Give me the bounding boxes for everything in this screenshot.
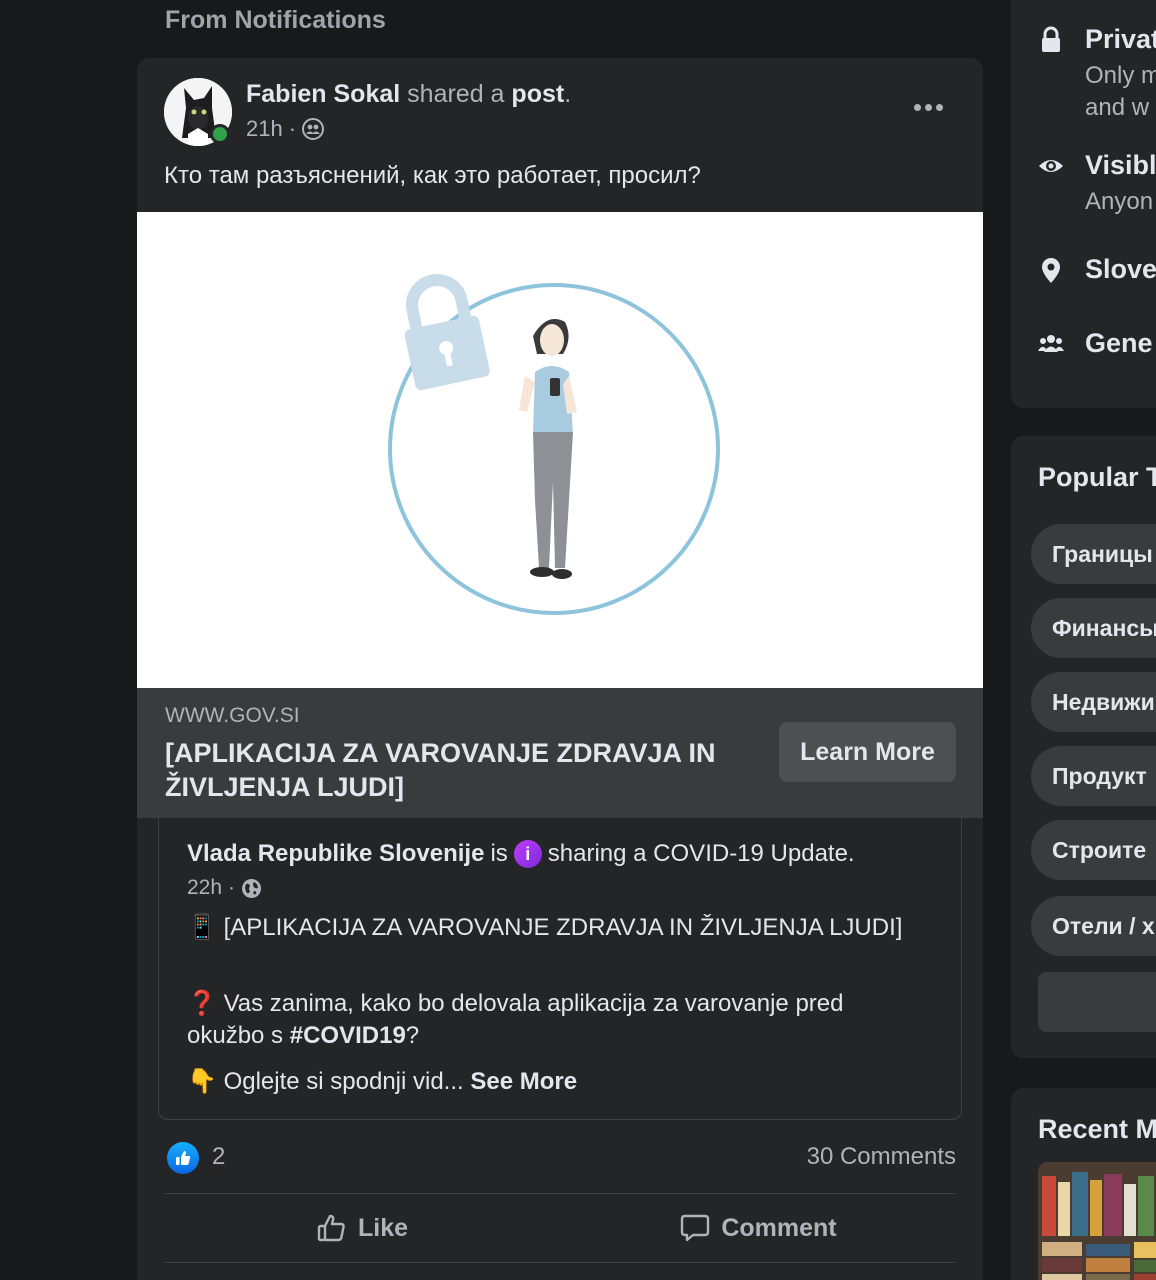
like-reaction-icon[interactable]	[167, 1142, 199, 1174]
like-label: Like	[357, 1213, 409, 1242]
thumbs-up-outline-icon	[317, 1214, 345, 1242]
shared-time[interactable]: 22h	[187, 876, 222, 900]
comment-label: Comment	[721, 1213, 837, 1242]
location-name[interactable]: Slove	[1085, 254, 1156, 285]
shared-paragraph-3: 👇 Oglejte si spodnji vid... See More	[187, 1066, 907, 1098]
shared-author-name[interactable]: Vlada Republike Slovenije	[187, 840, 484, 868]
privacy-description-line-1: Only m	[1085, 62, 1156, 89]
meta-separator: ·	[288, 116, 297, 141]
reactions-bar: 2 30 Comments	[164, 1140, 956, 1176]
online-status-dot	[210, 124, 230, 144]
point-down-emoji: 👇	[187, 1068, 217, 1095]
period-text: .	[564, 80, 572, 108]
post-author-line: Fabien Sokal shared a post.	[246, 80, 571, 109]
link-title[interactable]: [APLIKACIJA ZA VAROVANJE ZDRAVJA IN ŽIVL…	[165, 736, 725, 804]
shared-activity: sharing a COVID-19 Update.	[547, 840, 855, 867]
popular-topics-heading: Popular T	[1038, 462, 1156, 492]
globe-icon[interactable]	[241, 878, 262, 899]
recent-media-card: Recent M	[1011, 1088, 1156, 1280]
visibility-title: Visibl	[1085, 150, 1156, 180]
learn-more-button[interactable]: Learn More	[779, 722, 956, 782]
friends-icon[interactable]	[302, 118, 325, 140]
post-link[interactable]: post	[511, 80, 564, 108]
section-heading: From Notifications	[165, 6, 386, 34]
phone-emoji: 📱	[187, 914, 217, 941]
shared-paragraph-1: 📱 [APLIKACIJA ZA VAROVANJE ZDRAVJA IN ŽI…	[187, 912, 907, 944]
recent-media-heading: Recent M	[1038, 1114, 1156, 1144]
shared-paragraph-3-text: Oglejte si spodnji vid...	[223, 1068, 464, 1095]
recent-media-thumbnail[interactable]	[1038, 1162, 1156, 1280]
shared-author-line: Vlada Republike Slovenije is i sharing a…	[187, 840, 855, 868]
group-people-icon	[1038, 335, 1064, 352]
shared-paragraph-2: ❓ Vas zanima, kako bo delovala aplikacij…	[187, 988, 907, 1052]
divider	[164, 1262, 956, 1263]
comment-button[interactable]: Comment	[560, 1194, 956, 1262]
question-mark-text: ?	[405, 1022, 420, 1049]
topic-pill[interactable]: Недвижи	[1031, 672, 1156, 732]
dot-icon	[913, 103, 921, 111]
like-button[interactable]: Like	[164, 1194, 560, 1262]
comments-count[interactable]: 30 Comments	[807, 1143, 956, 1171]
covid-hashtag-link[interactable]: #COVID19	[290, 1022, 406, 1049]
popular-topics-card: Popular T Границы Финансы Недвижи Продук…	[1011, 436, 1156, 1058]
link-domain: WWW.GOV.SI	[165, 704, 300, 727]
shared-a-text: shared a	[407, 80, 505, 108]
link-preview-image[interactable]	[137, 212, 983, 688]
topic-pill[interactable]: Отели / х	[1031, 896, 1156, 956]
info-icon: i	[513, 840, 542, 868]
privacy-title: Privat	[1085, 24, 1156, 54]
shared-meta-separator: ·	[228, 876, 236, 899]
group-type: Gene	[1085, 328, 1153, 358]
visibility-description: Anyon	[1085, 188, 1154, 215]
location-pin-icon	[1042, 258, 1060, 283]
post-time[interactable]: 21h	[246, 116, 283, 142]
comment-bubble-icon	[681, 1214, 710, 1242]
privacy-description-line-2: and w	[1085, 94, 1150, 121]
post-author-name[interactable]: Fabien Sokal	[246, 80, 400, 108]
is-text: is	[490, 840, 508, 867]
shared-paragraph-2-text: Vas zanima, kako bo delovala aplikacija …	[187, 990, 844, 1049]
topic-pill[interactable]: Строите	[1031, 820, 1156, 880]
topic-pill[interactable]: Границы	[1031, 524, 1156, 584]
lock-icon	[1042, 26, 1060, 52]
post-header: Fabien Sokal shared a post. 21h ·	[164, 78, 964, 148]
shared-meta: 22h ·	[187, 876, 262, 900]
more-options-button[interactable]	[908, 92, 948, 122]
topic-pill[interactable]: Финансы	[1031, 598, 1156, 658]
page: From Notifications Fabien Sokal shared a…	[0, 0, 1156, 1280]
shared-paragraph-1-text: [APLIKACIJA ZA VAROVANJE ZDRAVJA IN ŽIVL…	[223, 914, 903, 941]
eye-icon	[1039, 160, 1063, 172]
illustration-person-with-lock	[388, 274, 720, 615]
dot-icon	[935, 103, 943, 111]
post-text: Кто там разъяснений, как это работает, п…	[164, 162, 701, 189]
bookshelf-photo	[1038, 1162, 1156, 1280]
post-actions: Like Comment	[164, 1194, 956, 1262]
post-card: Fabien Sokal shared a post. 21h · Кто та…	[137, 58, 983, 1280]
see-all-button[interactable]	[1038, 972, 1156, 1032]
dot-icon	[924, 103, 932, 111]
shared-post: Vlada Republike Slovenije is i sharing a…	[158, 818, 962, 1120]
thumbs-up-icon	[176, 1151, 191, 1165]
post-meta: 21h ·	[246, 116, 325, 142]
link-preview-footer[interactable]: WWW.GOV.SI [APLIKACIJA ZA VAROVANJE ZDRA…	[137, 688, 983, 818]
question-emoji: ❓	[187, 990, 217, 1017]
like-count[interactable]: 2	[212, 1143, 225, 1171]
topic-pill[interactable]: Продукт	[1031, 746, 1156, 806]
see-more-link[interactable]: See More	[470, 1068, 577, 1095]
group-about-card: Privat Only m and w Visibl Anyon Slove G…	[1011, 0, 1156, 408]
